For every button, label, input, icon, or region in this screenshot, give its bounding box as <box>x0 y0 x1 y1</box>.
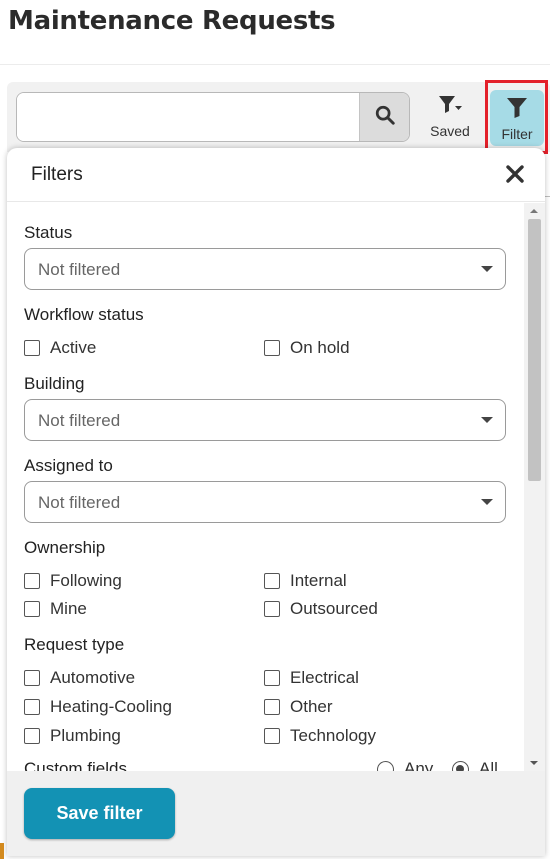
search-input[interactable] <box>17 93 360 141</box>
filter-icon <box>506 97 528 124</box>
search-icon <box>374 104 396 131</box>
request-type-heating-cooling-checkbox[interactable]: Heating-Cooling <box>24 697 172 717</box>
filters-panel-title: Filters <box>31 164 83 185</box>
ownership-internal-checkbox[interactable]: Internal <box>264 571 347 591</box>
title-divider <box>0 64 550 65</box>
background-divider <box>545 196 550 197</box>
checkbox-label: Automotive <box>50 668 136 687</box>
checkbox-label: Plumbing <box>50 726 121 745</box>
filters-panel-footer: Save filter <box>7 771 545 856</box>
checkbox-label: Electrical <box>290 668 359 687</box>
background-edge-mark <box>0 843 4 859</box>
checkbox-box[interactable] <box>264 728 280 744</box>
filter-label: Filter <box>501 126 533 142</box>
radio-label: All <box>479 759 498 771</box>
checkbox-label: Outsourced <box>290 599 378 618</box>
checkbox-box[interactable] <box>24 670 40 686</box>
custom-fields-any-radio[interactable]: Any <box>377 759 433 771</box>
request-type-technology-checkbox[interactable]: Technology <box>264 726 376 746</box>
search-box <box>16 92 410 142</box>
ownership-mine-checkbox[interactable]: Mine <box>24 599 87 619</box>
saved-label: Saved <box>430 123 470 139</box>
checkbox-box[interactable] <box>264 340 280 356</box>
maintenance-requests-page: Maintenance Requests Saved Filter Filter… <box>0 0 550 859</box>
request-type-label: Request type <box>24 635 125 654</box>
building-select[interactable]: Not filtered <box>24 399 506 441</box>
checkbox-label: Mine <box>50 599 87 618</box>
scrollbar-thumb[interactable] <box>528 219 541 481</box>
checkbox-label: Technology <box>290 726 377 745</box>
ownership-following-checkbox[interactable]: Following <box>24 571 122 591</box>
checkbox-box[interactable] <box>24 699 40 715</box>
checkbox-label: Following <box>50 571 122 590</box>
checkbox-box[interactable] <box>24 340 40 356</box>
checkbox-box[interactable] <box>24 601 40 617</box>
request-type-plumbing-checkbox[interactable]: Plumbing <box>24 726 121 746</box>
workflow-active-checkbox[interactable]: Active <box>24 338 96 358</box>
request-type-automotive-checkbox[interactable]: Automotive <box>24 668 135 688</box>
search-button[interactable] <box>359 93 409 141</box>
checkbox-box[interactable] <box>264 601 280 617</box>
status-select[interactable]: Not filtered <box>24 248 506 290</box>
radio-label: Any <box>404 759 434 771</box>
workflow-on-hold-checkbox[interactable]: On hold <box>264 338 350 358</box>
assigned-to-select-value: Not filtered <box>38 493 121 512</box>
saved-filter-icon <box>437 94 463 121</box>
filters-panel-body: Status Not filtered Workflow status Acti… <box>7 203 545 771</box>
checkbox-box[interactable] <box>264 670 280 686</box>
save-filter-button[interactable]: Save filter <box>24 788 175 839</box>
checkbox-label: Heating-Cooling <box>50 697 172 716</box>
radio-dot[interactable] <box>452 760 469 771</box>
assigned-to-select[interactable]: Not filtered <box>24 481 506 523</box>
ownership-label: Ownership <box>24 538 106 557</box>
checkbox-label: Internal <box>290 571 347 590</box>
request-type-electrical-checkbox[interactable]: Electrical <box>264 668 359 688</box>
custom-fields-label: Custom fields <box>24 759 127 771</box>
filter-button[interactable]: Filter <box>490 90 544 146</box>
status-select-value: Not filtered <box>38 260 121 279</box>
building-label: Building <box>24 374 85 393</box>
radio-dot[interactable] <box>377 760 394 771</box>
chevron-down-icon <box>481 417 493 423</box>
checkbox-box[interactable] <box>24 728 40 744</box>
request-type-other-checkbox[interactable]: Other <box>264 697 333 717</box>
checkbox-box[interactable] <box>264 573 280 589</box>
checkbox-label: On hold <box>290 338 350 357</box>
checkbox-label: Active <box>50 338 97 357</box>
filters-panel: Filters Status Not filtered Workflow sta… <box>7 148 545 856</box>
ownership-outsourced-checkbox[interactable]: Outsourced <box>264 599 378 619</box>
building-select-value: Not filtered <box>38 411 121 430</box>
saved-filters-button[interactable]: Saved <box>424 94 476 140</box>
checkbox-box[interactable] <box>264 699 280 715</box>
chevron-down-icon <box>481 499 493 505</box>
checkbox-box[interactable] <box>24 573 40 589</box>
filters-panel-header: Filters <box>7 148 545 202</box>
status-label: Status <box>24 223 73 242</box>
workflow-status-label: Workflow status <box>24 305 144 324</box>
chevron-down-icon <box>481 266 493 272</box>
scroll-up-arrow-icon[interactable] <box>530 209 538 213</box>
assigned-to-label: Assigned to <box>24 456 113 475</box>
close-icon[interactable] <box>505 164 525 184</box>
custom-fields-all-radio[interactable]: All <box>452 759 498 771</box>
scroll-down-arrow-icon[interactable] <box>530 761 538 765</box>
checkbox-label: Other <box>290 697 333 716</box>
page-title: Maintenance Requests <box>8 6 336 36</box>
filters-scrollbar[interactable] <box>524 203 545 771</box>
